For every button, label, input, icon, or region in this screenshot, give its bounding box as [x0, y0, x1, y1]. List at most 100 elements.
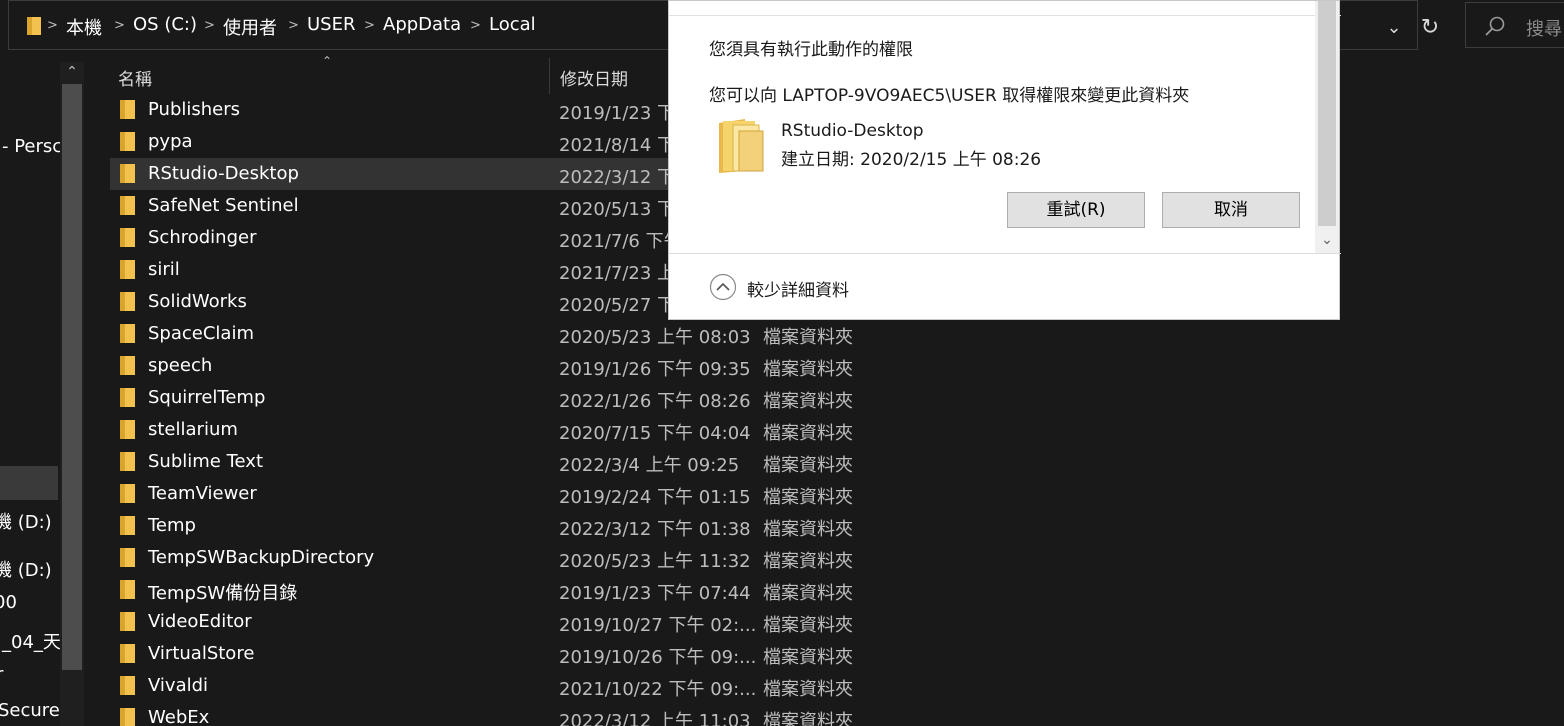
- file-type: 檔案資料夾: [763, 327, 853, 348]
- folder-icon: [120, 612, 135, 631]
- file-name: Sublime Text: [148, 451, 263, 472]
- file-row[interactable]: Sublime Text 2022/3/4 上午 09:25 檔案資料夾: [110, 446, 1550, 478]
- file-name: RStudio-Desktop: [148, 163, 299, 184]
- file-row[interactable]: WebEx 2022/3/12 上午 11:03 檔案資料夾: [110, 702, 1550, 726]
- less-details-toggle[interactable]: 較少詳細資料: [747, 276, 849, 301]
- folder-name: RStudio-Desktop: [781, 121, 924, 141]
- search-placeholder: 搜尋: [1526, 19, 1562, 40]
- file-modified-date: 2019/2/24 下午 01:15: [559, 487, 751, 508]
- file-row[interactable]: VideoEditor 2019/10/27 下午 02:... 檔案資料夾: [110, 606, 1550, 638]
- file-modified-date: 2022/3/12 下午 01:38: [559, 519, 751, 540]
- file-type: 檔案資料夾: [763, 423, 853, 444]
- nav-item[interactable]: 機 (D:): [0, 556, 52, 582]
- file-name: WebEx: [148, 707, 210, 726]
- folder-icon: [120, 292, 135, 311]
- file-modified-date: 2021/10/22 下午 09:...: [559, 679, 757, 700]
- nav-item[interactable]: 機 (D:): [0, 508, 52, 534]
- chevron-down-icon[interactable]: ⌄: [1315, 227, 1339, 253]
- file-modified-date: 2019/10/26 下午 09:...: [559, 647, 757, 668]
- column-divider[interactable]: [549, 58, 550, 94]
- permission-dialog: ⌄ 您須具有執行此動作的權限 您可以向 LAPTOP-9VO9AEC5\USER…: [668, 0, 1341, 320]
- file-type: 檔案資料夾: [763, 679, 853, 700]
- file-modified-date: 2019/10/27 下午 02:...: [559, 615, 757, 636]
- breadcrumb-this-pc[interactable]: 本機: [66, 14, 102, 40]
- folder-icon: [120, 708, 135, 726]
- nav-item[interactable]: 00: [0, 592, 17, 613]
- cancel-button[interactable]: 取消: [1162, 192, 1300, 228]
- file-name: TempSW備份目錄: [148, 583, 298, 604]
- file-row[interactable]: Vivaldi 2021/10/22 下午 09:... 檔案資料夾: [110, 670, 1550, 702]
- dialog-scrollbar-thumb[interactable]: [1318, 1, 1336, 226]
- file-name: SafeNet Sentinel: [148, 195, 299, 216]
- file-row[interactable]: stellarium 2020/7/15 下午 04:04 檔案資料夾: [110, 414, 1550, 446]
- file-name: pypa: [148, 131, 193, 152]
- folder-icon: [120, 132, 135, 151]
- folder-icon: [120, 420, 135, 439]
- breadcrumb-separator: >: [364, 18, 375, 33]
- refresh-icon[interactable]: ↻: [1412, 10, 1448, 46]
- file-modified-date: 2022/3/4 上午 09:25: [559, 455, 740, 476]
- folder-icon: [120, 260, 135, 279]
- folder-icon: [120, 548, 135, 567]
- breadcrumb-os-c[interactable]: OS (C:): [133, 14, 197, 35]
- file-modified-date: 2021/8/14 下: [559, 135, 676, 156]
- file-name: Schrodinger: [148, 227, 257, 248]
- column-header-date[interactable]: 修改日期: [560, 65, 628, 90]
- file-modified-date: 2020/7/15 下午 04:04: [559, 423, 751, 444]
- file-row[interactable]: VirtualStore 2019/10/26 下午 09:... 檔案資料夾: [110, 638, 1550, 670]
- file-row[interactable]: TeamViewer 2019/2/24 下午 01:15 檔案資料夾: [110, 478, 1550, 510]
- file-row[interactable]: SpaceClaim 2020/5/23 上午 08:03 檔案資料夾: [110, 318, 1550, 350]
- folder-created-date: 建立日期: 2020/2/15 上午 08:26: [781, 150, 1042, 170]
- file-modified-date: 2019/1/23 下午 07:44: [559, 583, 751, 604]
- search-input[interactable]: 搜尋: [1465, 2, 1564, 48]
- nav-item[interactable]: - Persc: [2, 136, 62, 157]
- breadcrumb-users[interactable]: 使用者: [223, 14, 277, 40]
- file-name: VideoEditor: [148, 611, 252, 632]
- file-row[interactable]: RStudio-Desktop 2022/3/12 下: [110, 158, 675, 190]
- permission-detail: 您可以向 LAPTOP-9VO9AEC5\USER 取得權限來變更此資料夾: [709, 86, 1190, 106]
- file-row[interactable]: TempSWBackupDirectory 2020/5/23 上午 11:32 檔…: [110, 542, 1550, 574]
- chevron-up-icon[interactable]: ⌃: [60, 60, 84, 84]
- file-name: SquirrelTemp: [148, 387, 266, 408]
- file-row[interactable]: Temp 2022/3/12 下午 01:38 檔案資料夾: [110, 510, 1550, 542]
- folder-icon: [120, 644, 135, 663]
- folder-icon: [120, 676, 135, 695]
- nav-scrollbar-thumb[interactable]: [62, 84, 82, 670]
- breadcrumb-local[interactable]: Local: [489, 14, 536, 35]
- file-modified-date: 2022/3/12 下: [559, 167, 676, 188]
- file-type: 檔案資料夾: [763, 551, 853, 572]
- file-modified-date: 2019/1/26 下午 09:35: [559, 359, 751, 380]
- divider: [669, 15, 1341, 16]
- file-name: SpaceClaim: [148, 323, 254, 344]
- file-modified-date: 2020/5/27 下: [559, 295, 676, 316]
- file-row[interactable]: SquirrelTemp 2022/1/26 下午 08:26 檔案資料夾: [110, 382, 1550, 414]
- file-type: 檔案資料夾: [763, 391, 853, 412]
- file-modified-date: 2020/5/23 上午 08:03: [559, 327, 751, 348]
- file-type: 檔案資料夾: [763, 519, 853, 540]
- column-header-name[interactable]: 名稱: [118, 65, 152, 90]
- chevron-up-circle-icon[interactable]: [709, 273, 737, 301]
- file-type: 檔案資料夾: [763, 647, 853, 668]
- retry-button[interactable]: 重試(R): [1007, 192, 1145, 228]
- file-modified-date: 2019/1/23 下: [559, 103, 676, 124]
- folder-icon: [120, 484, 135, 503]
- file-type: 檔案資料夾: [763, 583, 853, 604]
- breadcrumb-separator: >: [114, 18, 125, 33]
- folder-icon: [120, 356, 135, 375]
- breadcrumb-separator: >: [204, 18, 215, 33]
- breadcrumb-appdata[interactable]: AppData: [383, 14, 461, 35]
- file-modified-date: 2020/5/13 下: [559, 199, 676, 220]
- chevron-down-icon[interactable]: ⌄: [1381, 17, 1407, 43]
- folder-icon: [120, 324, 135, 343]
- nav-item[interactable]: r: [0, 664, 3, 685]
- folder-icon: [120, 580, 135, 599]
- folder-icon: [27, 17, 41, 35]
- navigation-pane: - Persc 機 (D:) 機 (D:) 00 _04_天文 r Secure…: [0, 56, 88, 726]
- file-name: Publishers: [148, 99, 241, 120]
- breadcrumb-user[interactable]: USER: [307, 14, 355, 35]
- file-name: Temp: [148, 515, 196, 536]
- file-row[interactable]: TempSW備份目錄 2019/1/23 下午 07:44 檔案資料夾: [110, 574, 1550, 606]
- breadcrumb-separator: >: [288, 18, 299, 33]
- file-row[interactable]: speech 2019/1/26 下午 09:35 檔案資料夾: [110, 350, 1550, 382]
- file-name: TempSWBackupDirectory: [148, 547, 375, 568]
